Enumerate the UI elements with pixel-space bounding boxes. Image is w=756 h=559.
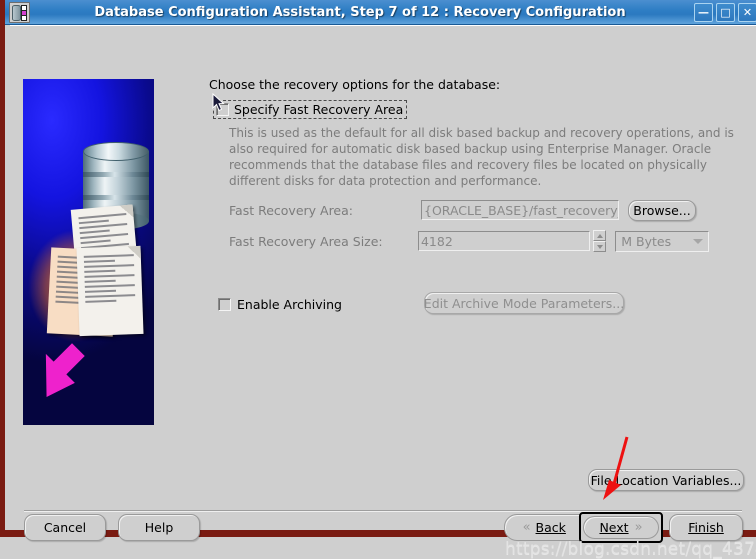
chevron-right-icon: »: [634, 520, 643, 535]
art-magenta-arrow-icon: [28, 337, 98, 399]
title-bar: Database Configuration Assistant, Step 7…: [5, 0, 756, 25]
minimize-button[interactable]: —: [694, 2, 713, 22]
window-controls: — □ ✕: [694, 2, 756, 22]
minimize-icon: —: [698, 5, 709, 19]
fast-recovery-area-size-label: Fast Recovery Area Size:: [229, 233, 383, 249]
enable-archiving-checkbox[interactable]: Enable Archiving: [218, 297, 342, 312]
oracle-splash-art: [23, 79, 154, 425]
spinner-up-icon: [596, 233, 603, 238]
database-icon: [9, 1, 30, 23]
fast-recovery-area-row: Fast Recovery Area: {ORACLE_BASE}/fast_r…: [229, 199, 699, 221]
dbca-window: Database Configuration Assistant, Step 7…: [0, 0, 756, 559]
checkbox-box-icon: [218, 298, 231, 311]
chevron-left-icon: «: [522, 520, 531, 535]
spinner-down-icon: [596, 244, 603, 249]
fra-description: This is used as the default for all disk…: [229, 126, 734, 188]
fast-recovery-area-size-row: Fast Recovery Area Size: 4182 M Bytes: [229, 230, 709, 252]
spinner-up-button[interactable]: [593, 230, 607, 241]
mouse-cursor-icon: [212, 92, 226, 113]
fra-size-unit-value: M Bytes: [621, 233, 672, 249]
window-title: Database Configuration Assistant, Step 7…: [94, 4, 626, 20]
art-paper-sheet: [76, 245, 144, 337]
edit-archive-mode-parameters-button[interactable]: Edit Archive Mode Parameters...: [424, 292, 624, 314]
back-label: Back: [535, 520, 566, 535]
fast-recovery-area-label: Fast Recovery Area:: [229, 202, 353, 218]
chevron-down-icon: [692, 238, 703, 244]
close-button[interactable]: ✕: [738, 2, 756, 22]
specify-fast-recovery-area-label: Specify Fast Recovery Area: [234, 102, 404, 117]
browse-button[interactable]: Browse...: [628, 199, 696, 221]
back-button[interactable]: « Back: [505, 515, 584, 540]
fast-recovery-area-size-input[interactable]: 4182: [417, 231, 591, 251]
maximize-button[interactable]: □: [716, 2, 735, 22]
next-label: Next: [599, 520, 629, 535]
finish-label: Finish: [688, 520, 724, 535]
page-prompt: Choose the recovery options for the data…: [209, 77, 501, 92]
dialog-body: Choose the recovery options for the data…: [10, 25, 756, 559]
fast-recovery-area-input[interactable]: {ORACLE_BASE}/fast_recovery_a: [421, 200, 619, 220]
close-icon: ✕: [742, 5, 753, 19]
file-location-variables-button[interactable]: File Location Variables...: [588, 469, 744, 491]
watermark-text: https://blog.csdn.net/qq_43743143: [505, 539, 756, 559]
dialog-client-area: Choose the recovery options for the data…: [10, 25, 756, 559]
spinner-down-button[interactable]: [593, 241, 607, 252]
maximize-icon: □: [720, 5, 731, 19]
enable-archiving-label: Enable Archiving: [237, 297, 342, 312]
fra-size-spinner[interactable]: [593, 230, 607, 252]
specify-fast-recovery-area-checkbox[interactable]: Specify Fast Recovery Area: [213, 100, 408, 119]
fra-size-unit-select[interactable]: M Bytes: [615, 230, 709, 252]
